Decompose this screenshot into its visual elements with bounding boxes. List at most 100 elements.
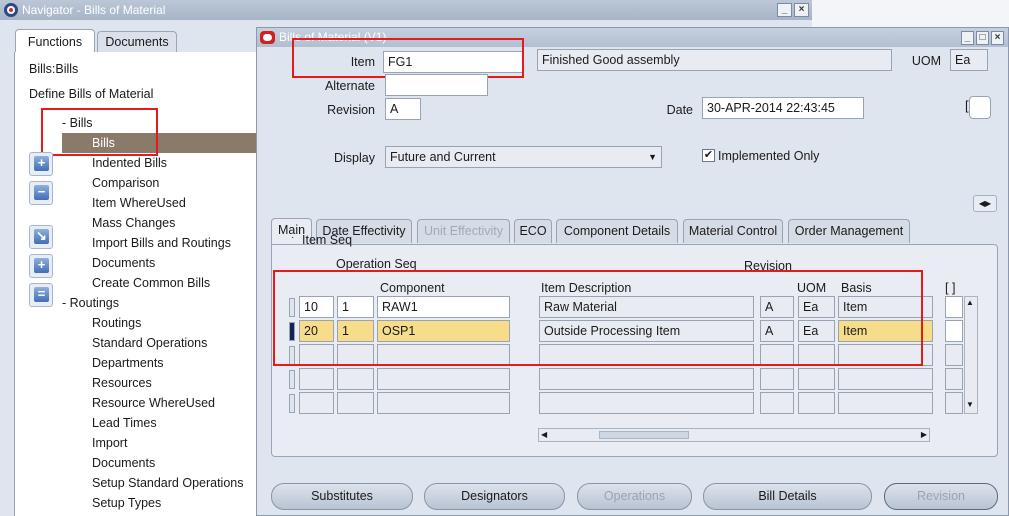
bill-details-button[interactable]: Bill Details [703,483,872,510]
expand-branch-icon: ↘ [34,229,49,244]
display-select[interactable]: Future and Current ▼ [385,146,662,168]
component-cell[interactable] [377,368,510,390]
item-seq-cell[interactable] [299,392,334,414]
description-cell [539,368,754,390]
item-seq-marker: · [291,232,295,243]
item-description-field: Finished Good assembly [537,49,892,71]
flexfield-header: [ ] [945,281,956,295]
tree-item[interactable]: Documents [62,453,258,473]
display-select-value: Future and Current [390,150,496,164]
designators-button[interactable]: Designators [424,483,565,510]
oracle-icon [260,31,275,44]
tab-component-details[interactable]: Component Details [556,219,678,243]
operations-button: Operations [577,483,692,510]
collapse-all-icon: = [34,287,49,302]
bills-of-material-window: Bills of Material (V1) _ □ × Item FG1 Fi… [256,27,1009,516]
tab-documents[interactable]: Documents [97,31,177,52]
row-indicator[interactable] [289,370,295,389]
grid-horizontal-scrollbar[interactable]: ◀ ▶ [538,428,930,442]
tree-item[interactable]: Documents [62,253,258,273]
expand-all-button[interactable]: + [29,254,53,278]
descriptive-flexfield[interactable] [969,96,991,119]
bom-maximize-icon[interactable]: □ [976,31,989,45]
tree-item[interactable]: Routings [62,313,258,333]
op-seq-cell[interactable] [337,368,374,390]
expand-branch-button[interactable]: ↘ [29,225,53,249]
bom-minimize-icon[interactable]: _ [961,31,974,45]
tree-item[interactable]: Indented Bills [62,153,258,173]
tree-item[interactable]: - Routings [62,293,258,313]
scroll-up-icon[interactable]: ▲ [966,298,974,307]
tree-item[interactable]: Resources [62,373,258,393]
tree-item[interactable]: Departments [62,353,258,373]
tree-item[interactable]: Create Common Bills [62,273,258,293]
flexfield-cell[interactable] [945,392,963,414]
scroll-left-icon[interactable]: ◀ [541,429,547,441]
scroll-down-icon[interactable]: ▼ [966,400,974,409]
collapse-button[interactable]: − [29,181,53,205]
minimize-icon[interactable]: _ [777,3,792,17]
op-seq-cell[interactable] [337,392,374,414]
tree-item[interactable]: Lead Times [62,413,258,433]
item-seq-cell[interactable] [299,368,334,390]
tab-scroll-icon[interactable]: ◀▶ [973,195,997,212]
revision-field[interactable]: A [385,98,421,120]
tab-material-control[interactable]: Material Control [683,219,783,243]
tab-functions[interactable]: Functions [15,29,95,53]
grid-vertical-scrollbar[interactable]: ▲ ▼ [964,296,978,414]
tree-item[interactable]: Standard Operations [62,333,258,353]
designators-button-label: Designators [461,489,528,503]
navigator-title-bar: Navigator - Bills of Material [0,0,812,20]
operations-button-label: Operations [603,489,666,503]
item-seq-header: Item Seq [302,233,353,247]
description-cell [539,392,754,414]
revision-cell [760,392,794,414]
tab-order-management[interactable]: Order Management [788,219,910,243]
tree-item[interactable]: Setup Standard Operations [62,473,258,493]
row-indicator[interactable] [289,394,295,413]
bom-close-icon[interactable]: × [991,31,1004,45]
expand-all-icon: + [34,258,49,273]
tree-item[interactable]: Import [62,433,258,453]
tree-item[interactable]: Import Bills and Routings [62,233,258,253]
navigator-title: Navigator - Bills of Material [22,3,166,17]
component-cell[interactable] [377,392,510,414]
op-seq-header: Operation Seq [336,257,417,271]
flexfield-cell[interactable] [945,344,963,366]
flexfield-cell[interactable] [945,368,963,390]
revision-label: Revision [327,103,375,117]
uom-field: Ea [950,49,988,71]
tree-item[interactable]: Mass Changes [62,213,258,233]
tab-eco[interactable]: ECO [514,219,552,243]
annotation-box-grid [273,270,923,366]
close-icon[interactable]: × [794,3,809,17]
uom-cell [798,392,835,414]
revision-cell [760,368,794,390]
basis-cell [838,368,933,390]
alternate-field[interactable] [385,74,488,96]
date-field[interactable]: 30-APR-2014 22:43:45 [702,97,864,119]
tree-item[interactable]: Setup Types [62,493,258,513]
scroll-right-icon[interactable]: ▶ [921,429,927,441]
oracle-apps-icon [4,3,18,17]
tree-item[interactable]: Comparison [62,173,258,193]
alternate-label: Alternate [324,79,375,93]
tree-item[interactable]: Item WhereUsed [62,193,258,213]
bill-details-button-label: Bill Details [758,489,817,503]
date-label: Date [666,103,693,117]
flexfield-cell[interactable] [945,320,963,342]
revision-button: Revision [884,483,998,510]
uom-cell [798,368,835,390]
desktop-background [812,0,1009,27]
tab-unit-effectivity: Unit Effectivity [417,219,510,243]
tree-item[interactable]: Resource WhereUsed [62,393,258,413]
flexfield-cell[interactable] [945,296,963,318]
substitutes-button-label: Substitutes [311,489,373,503]
annotation-box-bills [41,108,158,156]
collapse-all-button[interactable]: = [29,283,53,307]
implemented-only-checkbox[interactable]: ✔ [702,149,715,162]
substitutes-button[interactable]: Substitutes [271,483,413,510]
scroll-thumb[interactable] [599,431,689,439]
uom-label: UOM [911,54,941,68]
expand-button[interactable]: + [29,152,53,176]
